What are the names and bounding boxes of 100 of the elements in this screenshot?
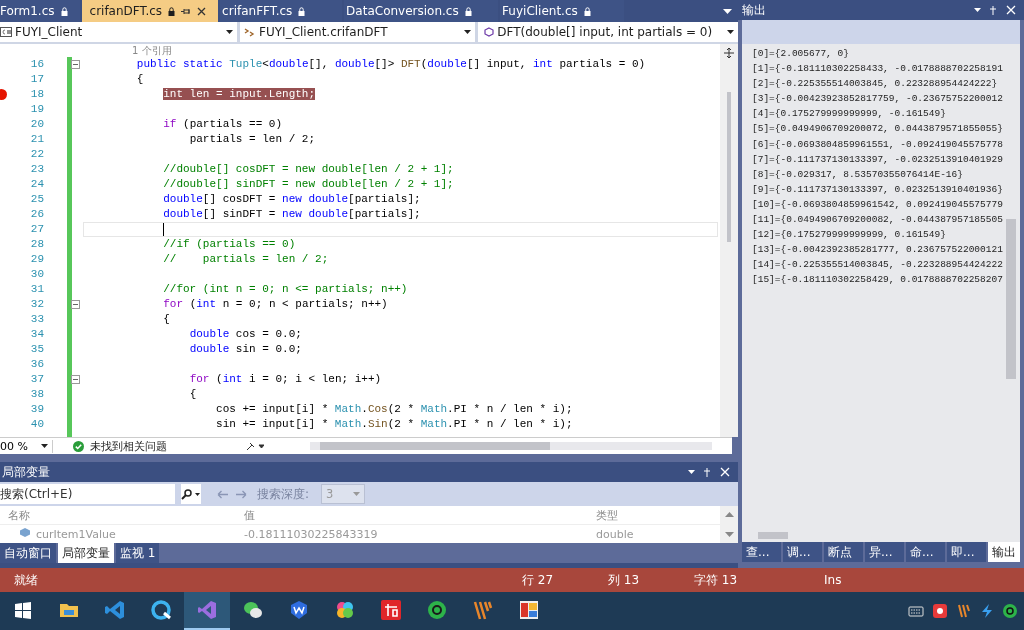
collapse-icon[interactable] (70, 375, 80, 384)
line-number: 25 (29, 192, 44, 207)
ide-icon (196, 599, 218, 621)
panel-tab[interactable]: 异... (865, 542, 904, 562)
column-header[interactable]: 名称 (0, 507, 244, 523)
project-dropdown[interactable]: FUYI_Client (0, 22, 238, 43)
line-number: 38 (29, 387, 44, 402)
shield-icon (288, 599, 310, 621)
window-controls-icon[interactable] (974, 5, 1016, 15)
output-line: [13]={-0.0042392385281777, 0.236757522000121 (752, 243, 1004, 258)
output-line: [4]={0.175279999999999, -0.161549} (752, 107, 947, 122)
file-tab[interactable]: DataConversion.cs (344, 0, 499, 22)
file-tab[interactable]: crifanFFT.cs (220, 0, 343, 22)
code-line: for (int i = 0; i < len; i++) (188, 372, 382, 387)
windows-logo-icon (12, 599, 34, 621)
line-number: 36 (29, 357, 44, 372)
line-number: 26 (29, 207, 44, 222)
column-header[interactable]: 值 (244, 507, 596, 523)
line-number: 34 (29, 327, 44, 342)
stripes-icon[interactable] (956, 603, 972, 619)
lock-icon (298, 6, 306, 16)
line-number: 20 (29, 117, 44, 132)
line-number: 18 (29, 87, 44, 102)
code-line: double[] sinDFT = new double[partials]; (162, 207, 421, 222)
line-number: 19 (29, 102, 44, 117)
panel-tab[interactable]: 自动窗口 (0, 543, 56, 563)
window-controls-icon[interactable] (688, 467, 730, 477)
issues-status[interactable]: 未找到相关问题 (90, 438, 240, 454)
output-line: [5]={0.0494906709200072, 0.0443879571855055} (752, 122, 1004, 137)
file-tab[interactable]: Form1.cs (0, 0, 80, 22)
lightning-icon[interactable] (980, 603, 994, 619)
dropdown-arrow-icon[interactable] (464, 30, 472, 34)
variable-value: -0.18111030225843319 (244, 527, 379, 541)
lock-icon (60, 6, 68, 16)
line-indicator: 行 27 (522, 571, 555, 589)
output-line: [15]={-0.181110302258429, 0.0178888702258207 (752, 273, 1004, 288)
line-number: 35 (29, 342, 44, 357)
output-line: [10]={-0.0693804859961542, 0.092419045575779 (752, 197, 1004, 212)
search-field[interactable]: 搜索(Ctrl+E) (0, 484, 175, 504)
member-dropdown[interactable]: DFT(double[] input, int partials = 0) (478, 22, 738, 43)
output-line: [12]={0.175279999999999, 0.161549} (752, 228, 947, 243)
code-line: //double[] sinDFT = new double[len / 2 + 1]; (162, 177, 454, 192)
file-tab[interactable]: FuyiClient.cs (500, 0, 625, 22)
output-line: [8]={-0.029317, 8.53570355076414E-16} (752, 167, 964, 182)
vertical-scrollbar[interactable] (720, 44, 738, 437)
panel-tab[interactable]: 输出 (988, 542, 1020, 562)
field-icon (20, 527, 30, 537)
output-line: [0]={2.005677, 0} (752, 47, 850, 61)
code-line: { (188, 387, 197, 402)
keyboard-icon[interactable] (908, 605, 924, 617)
line-number: 31 (29, 282, 44, 297)
brush-icon[interactable] (246, 441, 264, 451)
line-number: 21 (29, 132, 44, 147)
column-header[interactable]: 类型 (596, 507, 716, 523)
panel-tab[interactable]: 查... (742, 542, 781, 562)
dropdown-arrow-icon[interactable] (723, 9, 732, 14)
scroll-down-icon[interactable] (724, 532, 734, 537)
dropdown-arrow-icon[interactable] (727, 30, 734, 34)
dropdown-arrow-icon[interactable] (226, 30, 234, 34)
horizontal-scrollbar[interactable] (742, 528, 1020, 542)
dropdown-arrow-icon[interactable] (41, 444, 48, 448)
petals-icon (334, 599, 356, 621)
output-line: [11]={0.0494906709200082, -0.044387957185505 (752, 213, 1004, 228)
panel-tab[interactable]: 监视 1 (116, 543, 160, 563)
code-line: { (135, 72, 144, 87)
output-line: [3]={-0.00423923852817759, -0.23675752200012 (752, 92, 1004, 107)
pin-icon[interactable] (181, 6, 192, 16)
text-cursor (163, 223, 164, 236)
code-line: public static Tuple<double[], double[]> DFT(double[] input, int partials = 0) (135, 57, 646, 72)
code-line: double cos = 0.0; (188, 327, 302, 342)
collapse-icon[interactable] (70, 300, 80, 309)
tray-app-icon[interactable] (932, 603, 948, 619)
circle-logo-icon[interactable] (1002, 603, 1018, 619)
panel-title: 输出 (742, 1, 766, 19)
line-number: 39 (29, 402, 44, 417)
panel-tab[interactable]: 局部变量 (58, 543, 114, 563)
variable-name: curItem1Value (36, 527, 116, 541)
split-icon[interactable] (724, 48, 734, 58)
panel-tab[interactable]: 断点 (824, 542, 863, 562)
close-icon[interactable] (197, 6, 207, 16)
line-number: 27 (29, 222, 44, 237)
zoom-dropdown[interactable]: 00 % (0, 439, 53, 453)
class-dropdown[interactable]: FUYI_Client.crifanDFT (240, 22, 476, 43)
vertical-scrollbar[interactable] (720, 506, 738, 543)
code-line: { (162, 312, 170, 327)
output-line: [7]={-0.111737130133397, -0.0232513910401929 (752, 152, 1004, 167)
scroll-up-icon[interactable] (724, 512, 734, 517)
code-line: //if (partials == 0) (162, 237, 296, 252)
line-number: 37 (29, 372, 44, 387)
panel-tab[interactable]: 即... (947, 542, 986, 562)
insert-mode-indicator: Ins (824, 573, 842, 587)
lock-icon (583, 6, 591, 16)
file-tab[interactable]: crifanDFT.cs (81, 0, 219, 22)
panel-tab[interactable]: 调... (783, 542, 822, 562)
panel-tab[interactable]: 命... (906, 542, 945, 562)
reference-count[interactable]: 1 个引用 (0, 44, 720, 57)
code-line: for (int n = 0; n < partials; n++) (162, 297, 388, 312)
line-number: 16 (29, 57, 44, 72)
horizontal-scrollbar[interactable] (310, 442, 712, 450)
collapse-icon[interactable] (70, 60, 80, 69)
